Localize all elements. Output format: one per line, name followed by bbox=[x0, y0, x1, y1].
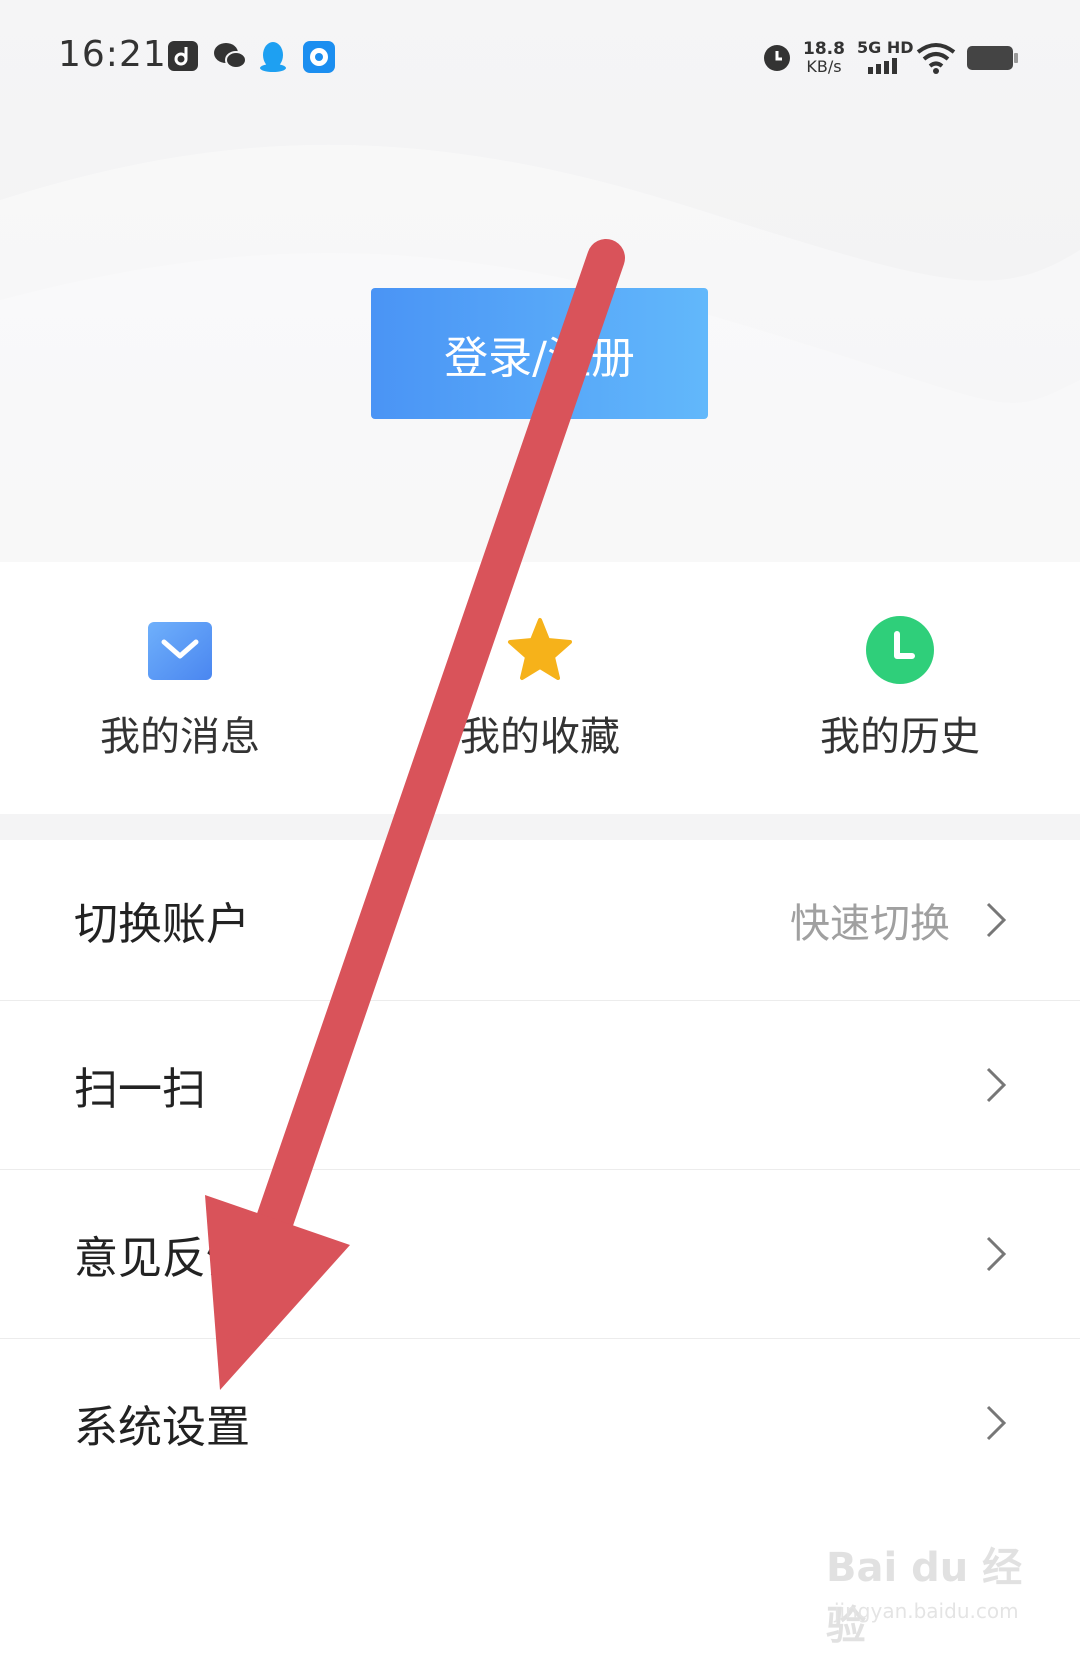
login-register-button[interactable]: 登录/注册 bbox=[371, 288, 708, 419]
menu-item-scan[interactable]: 扫一扫 bbox=[0, 1001, 1080, 1170]
menu-item-label: 意见反馈 bbox=[74, 1233, 250, 1284]
my-messages-button[interactable]: 我的消息 bbox=[60, 562, 300, 814]
chevron-right-icon bbox=[986, 1067, 1007, 1103]
menu-item-switch-account[interactable]: 切换账户 快速切换 bbox=[0, 840, 1080, 1001]
chevron-right-icon bbox=[986, 1236, 1007, 1272]
status-bar: 16:21 18.8 KB/s 5G HD bbox=[0, 0, 1080, 115]
network-type: 5G HD bbox=[857, 38, 914, 57]
status-time: 16:21 bbox=[58, 34, 167, 75]
alarm-icon bbox=[764, 45, 790, 71]
menu-item-system-settings[interactable]: 系统设置 bbox=[0, 1339, 1080, 1507]
menu-item-feedback[interactable]: 意见反馈 bbox=[0, 1170, 1080, 1339]
my-favorites-button[interactable]: 我的收藏 bbox=[420, 562, 660, 814]
net-speed: 18.8 KB/s bbox=[803, 39, 845, 76]
menu-item-value: 快速切换 bbox=[790, 901, 950, 947]
wifi-icon bbox=[916, 43, 956, 74]
my-history-label: 我的历史 bbox=[820, 714, 980, 760]
section-divider bbox=[0, 814, 1080, 840]
star-icon bbox=[508, 618, 572, 680]
my-messages-label: 我的消息 bbox=[100, 714, 260, 760]
battery-icon bbox=[967, 46, 1018, 70]
mail-icon bbox=[148, 622, 212, 680]
qq-icon bbox=[260, 42, 286, 72]
baidu-watermark: Bai du 经验 jingyan.baidu.com bbox=[826, 1535, 1026, 1649]
quick-actions: 我的消息 我的收藏 我的历史 bbox=[0, 562, 1080, 814]
wechat-icon bbox=[214, 43, 247, 69]
profile-header: 16:21 18.8 KB/s 5G HD 登录/注册 bbox=[0, 0, 1080, 562]
menu-item-label: 系统设置 bbox=[74, 1402, 250, 1453]
watermark-url: jingyan.baidu.com bbox=[834, 1599, 1019, 1623]
chevron-right-icon bbox=[986, 902, 1007, 938]
menu-item-label: 切换账户 bbox=[74, 899, 250, 950]
message-app-icon bbox=[303, 41, 335, 73]
chevron-right-icon bbox=[986, 1405, 1007, 1441]
signal-icon bbox=[868, 58, 897, 74]
menu-item-label: 扫一扫 bbox=[74, 1064, 206, 1115]
my-history-button[interactable]: 我的历史 bbox=[780, 562, 1020, 814]
tiktok-icon bbox=[168, 41, 198, 71]
my-favorites-label: 我的收藏 bbox=[460, 714, 620, 760]
watermark-logo: Bai du 经验 bbox=[826, 1545, 1023, 1649]
clock-icon bbox=[866, 616, 934, 684]
settings-menu: 切换账户 快速切换 扫一扫 意见反馈 系统设置 bbox=[0, 840, 1080, 1507]
